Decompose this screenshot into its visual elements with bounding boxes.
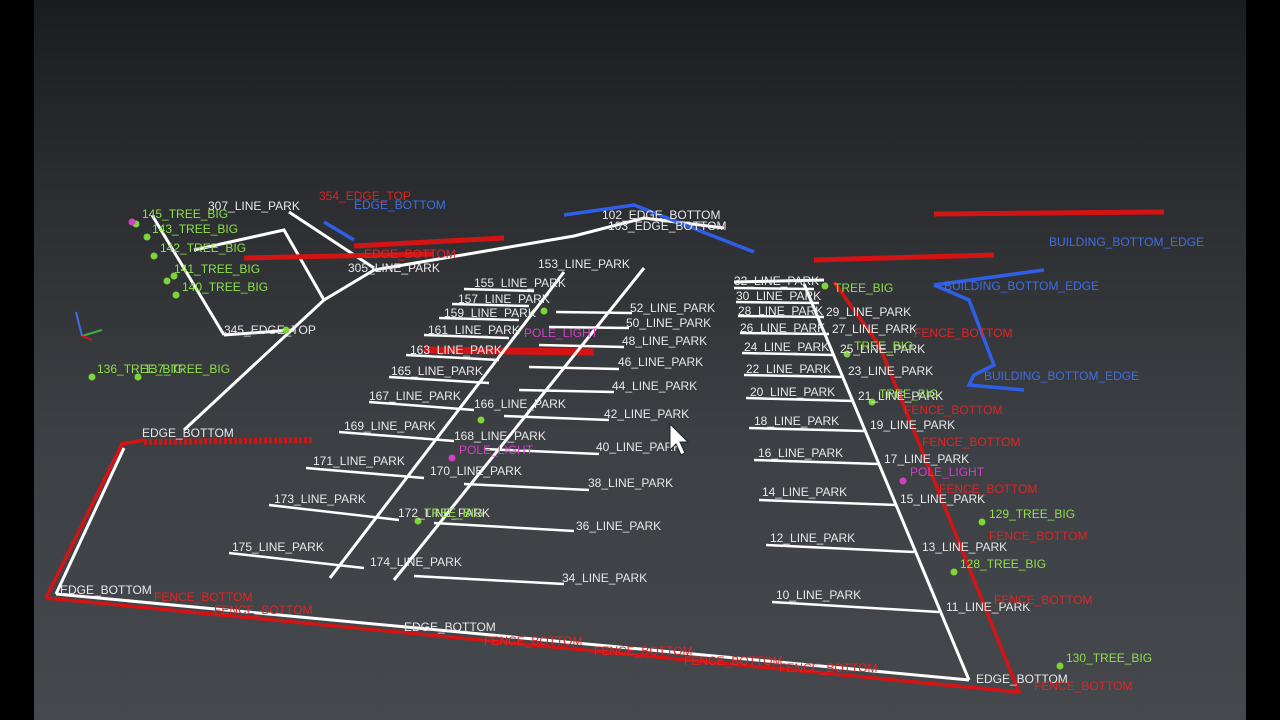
label: 159_LINE_PARK xyxy=(444,306,536,320)
label: 18_LINE_PARK xyxy=(754,414,839,428)
label: 38_LINE_PARK xyxy=(588,476,673,490)
label: 137_TREE_BIG xyxy=(144,362,230,376)
label: FENCE_BOTTOM xyxy=(594,644,692,658)
letterbox-left xyxy=(0,0,34,720)
label: FENCE_BOTTOM xyxy=(904,403,1002,417)
label: 34_LINE_PARK xyxy=(562,571,647,585)
label: 175_LINE_PARK xyxy=(232,540,324,554)
label: 32_LINE_PARK xyxy=(734,274,819,288)
label: 129_TREE_BIG xyxy=(989,507,1075,521)
label: 14_LINE_PARK xyxy=(762,485,847,499)
label: 305_LINE_PARK xyxy=(348,261,440,275)
label: FENCE_BOTTOM xyxy=(779,661,877,675)
label: 26_LINE_PARK xyxy=(740,321,825,335)
label: TREE_BIG xyxy=(854,339,913,353)
label: FENCE_BOTTOM xyxy=(154,590,252,604)
label: FENCE_BOTTOM xyxy=(214,603,312,617)
label: 19_LINE_PARK xyxy=(870,418,955,432)
label: 10_LINE_PARK xyxy=(776,588,861,602)
label: EDGE_BOTTOM xyxy=(142,426,234,440)
label: 174_LINE_PARK xyxy=(370,555,462,569)
label: 161_LINE_PARK xyxy=(428,323,520,337)
label: EDGE_BOTTOM xyxy=(364,247,456,261)
label: 22_LINE_PARK xyxy=(746,362,831,376)
label: 166_LINE_PARK xyxy=(474,397,566,411)
label: 46_LINE_PARK xyxy=(618,355,703,369)
label: 169_LINE_PARK xyxy=(344,419,436,433)
label: 36_LINE_PARK xyxy=(576,519,661,533)
label: 141_TREE_BIG xyxy=(174,262,260,276)
label: 143_TREE_BIG xyxy=(152,222,238,236)
3d-viewport[interactable]: 10_LINE_PARK 11_LINE_PARK 12_LINE_PARK 1… xyxy=(34,0,1246,720)
label: FENCE_BOTTOM xyxy=(484,634,582,648)
label: BUILDING_BOTTOM_EDGE xyxy=(1049,235,1204,249)
label: 168_LINE_PARK xyxy=(454,429,546,443)
label: 42_LINE_PARK xyxy=(604,407,689,421)
label: 28_LINE_PARK xyxy=(738,304,823,318)
label: 165_LINE_PARK xyxy=(391,364,483,378)
label: 27_LINE_PARK xyxy=(832,322,917,336)
label: 155_LINE_PARK xyxy=(474,276,566,290)
label: 30_LINE_PARK xyxy=(736,289,821,303)
label: FENCE_BOTTOM xyxy=(684,654,782,668)
label: 145_TREE_BIG xyxy=(142,207,228,221)
label: 44_LINE_PARK xyxy=(612,379,697,393)
label: EDGE_BOTTOM xyxy=(404,620,496,634)
label: FENCE_BOTTOM xyxy=(989,529,1087,543)
label: TREE_BIG xyxy=(834,281,893,295)
label: FENCE_BOTTOM xyxy=(914,326,1012,340)
label: 345_EDGE_TOP xyxy=(224,323,316,337)
label: 103_EDGE_BOTTOM xyxy=(608,219,727,233)
label: 12_LINE_PARK xyxy=(770,531,855,545)
label: 20_LINE_PARK xyxy=(750,385,835,399)
label: 142_TREE_BIG xyxy=(160,241,246,255)
label: BUILDING_BOTTOM_EDGE xyxy=(944,279,1099,293)
label: 48_LINE_PARK xyxy=(622,334,707,348)
label: FENCE_BOTTOM xyxy=(922,435,1020,449)
label: TREE_BIG xyxy=(424,506,483,520)
label: BUILDING_BOTTOM_EDGE xyxy=(984,369,1139,383)
label: POLE_LIGHT xyxy=(910,465,985,479)
label: 40_LINE_PARK xyxy=(596,440,681,454)
label: 52_LINE_PARK xyxy=(630,301,715,315)
label: 24_LINE_PARK xyxy=(744,340,829,354)
label: 153_LINE_PARK xyxy=(538,257,630,271)
label: 29_LINE_PARK xyxy=(826,305,911,319)
scene-canvas[interactable]: 10_LINE_PARK 11_LINE_PARK 12_LINE_PARK 1… xyxy=(34,0,1246,720)
label: 17_LINE_PARK xyxy=(884,452,969,466)
label: 128_TREE_BIG xyxy=(960,557,1046,571)
label: FENCE_BOTTOM xyxy=(994,593,1092,607)
label: EDGE_BOTTOM xyxy=(60,583,152,597)
label: 50_LINE_PARK xyxy=(626,316,711,330)
label: FENCE_BOTTOM xyxy=(939,482,1037,496)
label: 16_LINE_PARK xyxy=(758,446,843,460)
label: TREE_BIG xyxy=(879,387,938,401)
label: 170_LINE_PARK xyxy=(430,464,522,478)
label: 23_LINE_PARK xyxy=(848,364,933,378)
label: 173_LINE_PARK xyxy=(274,492,366,506)
label: FENCE_BOTTOM xyxy=(1034,679,1132,693)
label: 163_LINE_PARK xyxy=(410,343,502,357)
label: 157_LINE_PARK xyxy=(458,292,550,306)
label: 140_TREE_BIG xyxy=(182,280,268,294)
label: 171_LINE_PARK xyxy=(313,454,405,468)
axis-gizmo-icon xyxy=(75,311,103,341)
label: 130_TREE_BIG xyxy=(1066,651,1152,665)
label: EDGE_BOTTOM xyxy=(354,198,446,212)
label: POLE_LIGHT xyxy=(524,326,599,340)
label: 167_LINE_PARK xyxy=(369,389,461,403)
letterbox-right xyxy=(1246,0,1280,720)
label: POLE_LIGHT xyxy=(459,443,534,457)
